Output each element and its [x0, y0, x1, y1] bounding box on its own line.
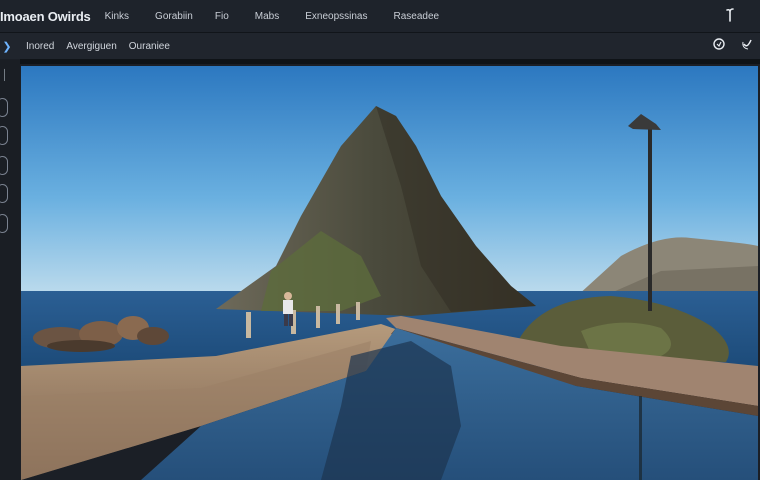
menu-item-raseadee[interactable]: Raseadee: [393, 11, 439, 22]
menu-item-fio[interactable]: Fio: [215, 11, 229, 22]
cursor-icon-graphic: [726, 8, 734, 22]
shield-icon[interactable]: [712, 38, 726, 52]
tool-icon[interactable]: │: [2, 70, 8, 81]
lamp-reflection: [639, 396, 642, 480]
menu-item-exneopssinas[interactable]: Exneopssinas: [305, 11, 367, 22]
rail-button-5[interactable]: [0, 214, 8, 233]
toolbar-actions: [712, 38, 754, 52]
app-title: Imoaen Owirds: [0, 8, 91, 24]
toolbar-divider: [20, 59, 760, 64]
landscape-photo: [21, 66, 758, 480]
rail-button-4[interactable]: [0, 184, 8, 203]
rail-button-1[interactable]: [0, 98, 8, 117]
menu-item-gorabiin[interactable]: Gorabiin: [155, 11, 193, 22]
rail-button-3[interactable]: [0, 156, 8, 175]
check-icon-graphic: [742, 39, 752, 50]
tab-inored[interactable]: Inored: [26, 41, 54, 52]
lamp-post: [648, 126, 652, 311]
rail-button-2[interactable]: [0, 126, 8, 145]
toolbar: ❯ Inored Avergiguen Ouraniee: [0, 33, 760, 59]
menu-bar: Kinks Gorabiin Fio Mabs Exneopssinas Ras…: [105, 11, 465, 22]
shield-icon-graphic: [713, 38, 725, 50]
tab-ouraniee[interactable]: Ouraniee: [129, 41, 170, 52]
title-bar: Imoaen Owirds Kinks Gorabiin Fio Mabs Ex…: [0, 0, 760, 33]
check-icon[interactable]: [740, 38, 754, 52]
image-viewer[interactable]: [21, 66, 758, 480]
arrow-icon[interactable]: ❯: [0, 40, 14, 53]
menu-item-mabs[interactable]: Mabs: [255, 11, 279, 22]
topbar-actions: [722, 7, 738, 28]
left-rail: │: [0, 60, 20, 480]
cursor-icon[interactable]: [722, 7, 738, 23]
tab-avergiguen[interactable]: Avergiguen: [66, 41, 116, 52]
person-figure: [283, 292, 293, 326]
menu-item-kinks[interactable]: Kinks: [105, 11, 129, 22]
